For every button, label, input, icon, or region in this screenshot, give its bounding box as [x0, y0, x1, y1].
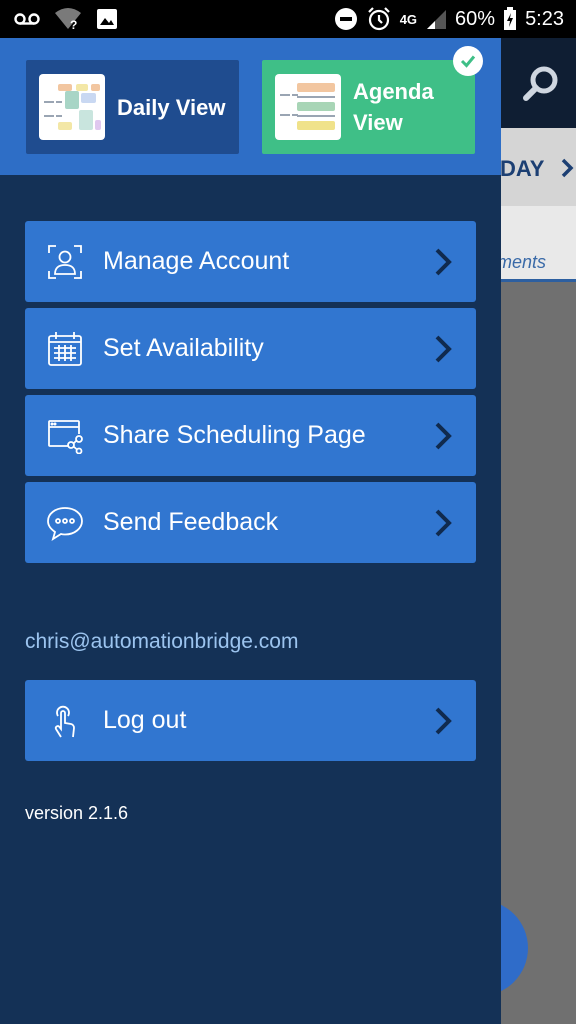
chevron-right-icon — [561, 158, 574, 178]
selected-check-icon — [453, 46, 483, 76]
log-out-label: Log out — [103, 706, 187, 734]
status-bar: ? 4G 60% 5:23 — [0, 0, 576, 38]
chat-bubble-icon — [46, 504, 84, 542]
share-scheduling-page-label: Share Scheduling Page — [103, 421, 366, 449]
image-icon — [97, 9, 117, 29]
signal-icon — [427, 10, 447, 29]
share-scheduling-page-button[interactable]: Share Scheduling Page — [25, 395, 476, 476]
account-icon — [46, 243, 84, 281]
search-icon[interactable] — [522, 64, 562, 104]
chevron-right-icon — [435, 509, 452, 537]
navigation-drawer: Daily View Agenda View Manage Account Se… — [0, 38, 501, 1024]
chevron-right-icon — [435, 248, 452, 276]
wifi-unknown-icon: ? — [55, 8, 81, 31]
drawer-header: Daily View Agenda View — [0, 38, 501, 175]
chevron-right-icon — [435, 707, 452, 735]
daily-view-label: Daily View — [117, 94, 226, 120]
agenda-view-thumbnail-icon — [275, 74, 341, 140]
manage-account-button[interactable]: Manage Account — [25, 221, 476, 302]
chevron-right-icon — [435, 422, 452, 450]
voicemail-icon — [14, 13, 40, 25]
touch-icon — [46, 702, 84, 740]
clock: 5:23 — [525, 7, 564, 30]
chevron-right-icon — [435, 335, 452, 363]
svg-text:?: ? — [70, 18, 77, 31]
app-version: version 2.1.6 — [25, 803, 129, 823]
battery-percent: 60% — [455, 7, 496, 30]
set-availability-button[interactable]: Set Availability — [25, 308, 476, 389]
battery-icon — [504, 7, 517, 30]
dnd-icon — [334, 8, 357, 30]
daily-view-thumbnail-icon — [39, 74, 105, 140]
agenda-view-button[interactable]: Agenda View — [262, 46, 483, 154]
today-button[interactable]: DAY — [500, 156, 574, 182]
account-email: chris@automationbridge.com — [25, 630, 299, 653]
set-availability-label: Set Availability — [103, 334, 264, 362]
alarm-icon — [367, 7, 390, 31]
send-feedback-button[interactable]: Send Feedback — [25, 482, 476, 563]
agenda-view-label: Agenda View — [353, 79, 434, 135]
share-page-icon — [46, 417, 84, 455]
calendar-icon — [46, 330, 84, 368]
log-out-button[interactable]: Log out — [25, 680, 476, 761]
manage-account-label: Manage Account — [103, 247, 290, 275]
daily-view-button[interactable]: Daily View — [26, 60, 239, 154]
network-type: 4G — [399, 11, 418, 27]
send-feedback-label: Send Feedback — [103, 508, 279, 536]
